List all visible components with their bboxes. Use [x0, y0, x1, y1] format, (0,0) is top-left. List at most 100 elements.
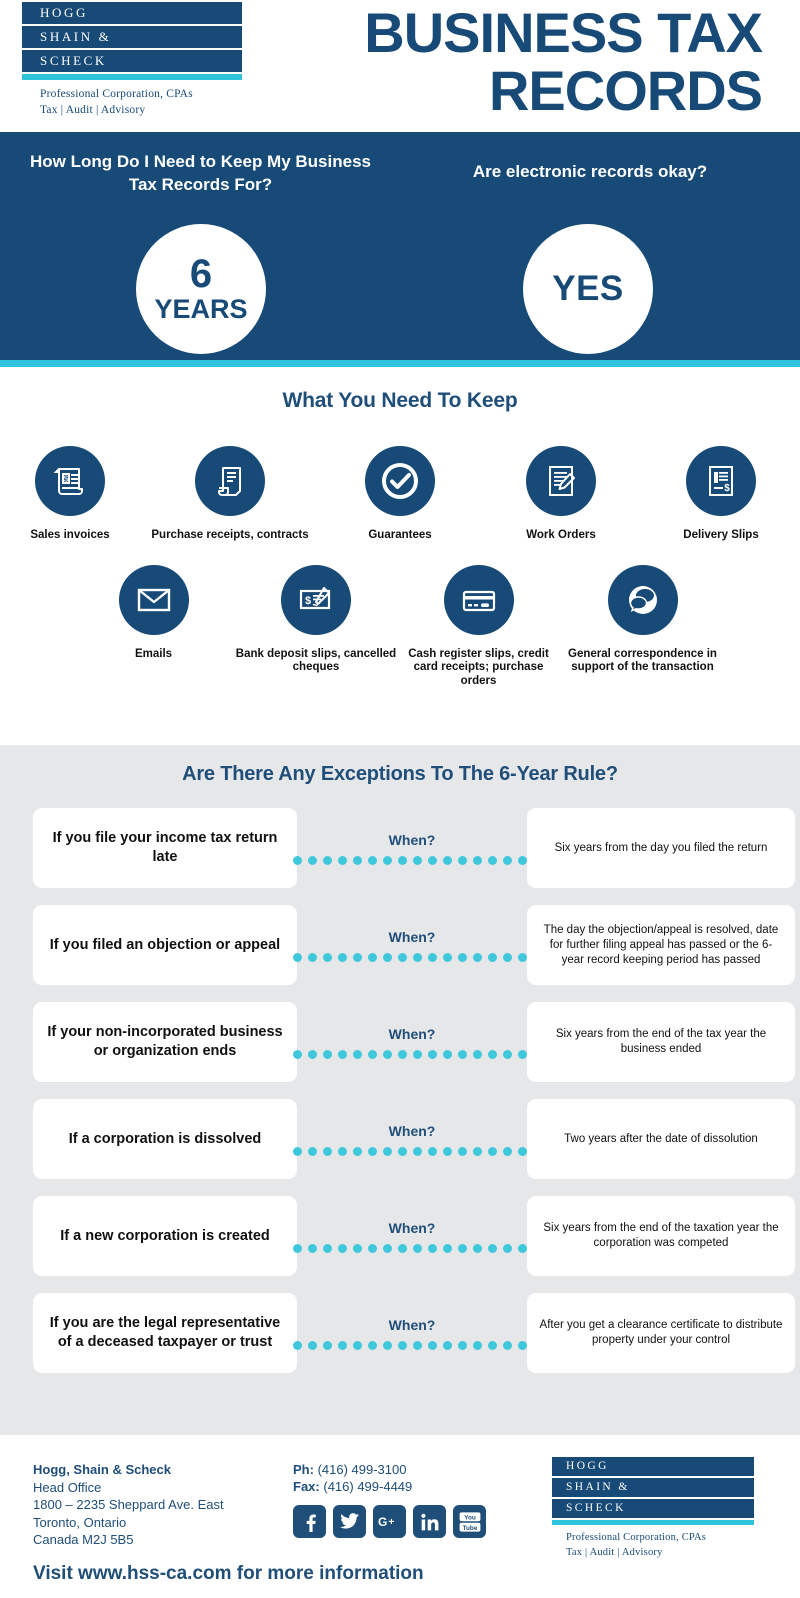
facebook-icon[interactable] — [293, 1505, 326, 1538]
document-pencil-icon — [526, 446, 596, 516]
when-label: When? — [388, 1316, 436, 1333]
connector-dot — [428, 952, 437, 962]
connector-dot — [443, 1340, 452, 1350]
keep-item-check-circle: Guarantees — [320, 446, 480, 543]
connector-dot — [368, 1243, 377, 1253]
connector-dot — [488, 952, 497, 962]
connector-dot — [488, 1243, 497, 1253]
connector-dot — [368, 1146, 377, 1156]
when-label: When? — [388, 1219, 436, 1236]
footer-logo-line-scheck: SCHECK — [552, 1499, 754, 1518]
google-plus-icon[interactable]: G + — [373, 1505, 406, 1538]
connector-dot — [518, 1340, 527, 1350]
footer-company: Hogg, Shain & Scheck — [33, 1462, 171, 1477]
footer-visit-link[interactable]: Visit www.hss-ca.com for more informatio… — [33, 1563, 424, 1585]
hero-question-right: Are electronic records okay? — [472, 162, 708, 181]
footer-fax-value: (416) 499-4449 — [323, 1479, 413, 1494]
logo-tagline-1: Professional Corporation, CPAs — [40, 88, 193, 100]
keep-item-label: Cash register slips, credit card receipt… — [408, 647, 549, 687]
connector-dot — [443, 1049, 452, 1059]
connector-dot — [323, 1243, 332, 1253]
invoice-icon: $ — [35, 446, 105, 516]
svg-text:$: $ — [724, 483, 730, 494]
youtube-icon[interactable]: You Tube — [453, 1505, 486, 1538]
connector-dot — [323, 952, 332, 962]
connector-dot — [398, 1146, 407, 1156]
svg-text:+: + — [388, 1517, 394, 1528]
connector-dot — [398, 1340, 407, 1350]
exception-answer-card: Six years from the day you filed the ret… — [527, 808, 795, 888]
exception-condition-card: If you are the legal representative of a… — [33, 1293, 297, 1373]
hero-accent-bar — [0, 360, 800, 367]
connector-dot — [458, 1049, 467, 1059]
title-line-2: RECORDS — [488, 59, 763, 122]
exception-answer-text: Six years from the day you filed the ret… — [554, 841, 768, 854]
exception-answer-card: Two years after the date of dissolution — [527, 1099, 795, 1179]
dotted-connector — [293, 1049, 527, 1059]
exception-answer-card: Six years from the end of the taxation y… — [527, 1196, 795, 1276]
connector-dot — [353, 855, 362, 865]
exception-row: If you are the legal representative of a… — [33, 1293, 795, 1373]
keep-item-invoice: $ Sales invoices — [0, 446, 140, 543]
connector-dot — [323, 1146, 332, 1156]
connector-dot — [473, 1049, 482, 1059]
connector-dot — [368, 1049, 377, 1059]
footer-street: 1800 – 2235 Sheppard Ave. East — [33, 1497, 224, 1512]
footer-fax-label: Fax: — [293, 1479, 320, 1494]
credit-card-icon — [443, 564, 514, 635]
connector-dot — [488, 855, 497, 865]
connector-dot — [398, 1049, 407, 1059]
svg-text:You: You — [464, 1514, 476, 1521]
exception-row: If you filed an objection or appeal When?… — [33, 905, 795, 985]
footer-logo-line-hogg: HOGG — [552, 1457, 754, 1476]
footer-logo-accent-bar — [552, 1520, 754, 1525]
cheque-icon: $ — [281, 564, 351, 635]
footer-contact: Ph: (416) 499-3100 Fax: (416) 499-4449 — [293, 1461, 412, 1495]
exception-answer-text: After you get a clearance certificate to… — [539, 1319, 783, 1346]
header: HOGG SHAIN & SCHECK Professional Corpora… — [0, 0, 800, 132]
exception-connector: When? — [293, 1002, 527, 1082]
exception-connector: When? — [293, 905, 527, 985]
exception-connector: When? — [293, 1196, 527, 1276]
connector-dot — [383, 1243, 392, 1253]
connector-dot — [293, 1146, 302, 1156]
exception-answer-card: The day the objection/appeal is resolved… — [527, 905, 795, 985]
social-links[interactable]: G + You Tube — [293, 1505, 486, 1538]
connector-dot — [458, 1243, 467, 1253]
connector-dot — [413, 952, 422, 962]
exception-row: If a corporation is dissolved When? Two ye… — [33, 1099, 795, 1179]
connector-dot — [428, 1049, 437, 1059]
connector-dot — [308, 1243, 317, 1253]
connector-dot — [308, 952, 317, 962]
svg-text:Tube: Tube — [462, 1524, 477, 1531]
answer-years-number: 6 — [189, 252, 213, 296]
connector-dot — [368, 1340, 377, 1350]
connector-dot — [503, 855, 512, 865]
exceptions-section: Are There Any Exceptions To The 6-Year R… — [0, 745, 800, 1435]
connector-dot — [338, 1340, 347, 1350]
connector-dot — [293, 952, 302, 962]
exceptions-rows: If you file your income tax return late W… — [0, 808, 800, 1373]
infographic-page: HOGG SHAIN & SCHECK Professional Corpora… — [0, 0, 800, 1598]
connector-dot — [338, 952, 347, 962]
title-line-1: BUSINESS TAX — [364, 1, 763, 64]
connector-dot — [293, 855, 302, 865]
connector-dot — [383, 1049, 392, 1059]
footer-address: Hogg, Shain & Scheck Head Office 1800 – … — [33, 1461, 224, 1549]
keep-item-label: Work Orders — [526, 529, 596, 541]
exception-condition-text: If a corporation is dissolved — [68, 1130, 262, 1147]
connector-dot — [518, 1049, 527, 1059]
connector-dot — [353, 1146, 362, 1156]
connector-dot — [518, 1243, 527, 1253]
connector-dot — [443, 855, 452, 865]
svg-text:$: $ — [64, 475, 69, 484]
linkedin-icon[interactable] — [413, 1505, 446, 1538]
keep-item-cheque: $ Bank deposit slips, cancelled cheques — [234, 564, 399, 675]
footer-city: Toronto, Ontario — [33, 1514, 127, 1530]
connector-dot — [428, 855, 437, 865]
footer-phone-value[interactable]: (416) 499-3100 — [318, 1462, 407, 1477]
twitter-icon[interactable] — [333, 1505, 366, 1538]
exception-condition-text: If you are the legal representative of a… — [49, 1315, 281, 1350]
answer-circle-years: 6 YEARS — [136, 224, 266, 354]
connector-dot — [518, 1146, 527, 1156]
